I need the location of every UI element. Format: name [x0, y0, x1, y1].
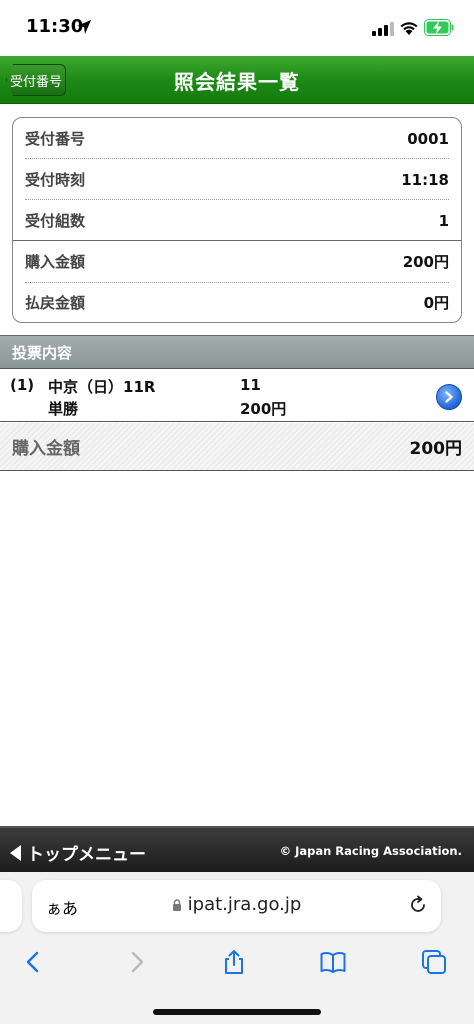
- summary-label: 受付番号: [25, 130, 86, 148]
- triangle-left-icon: [10, 844, 21, 861]
- location-arrow-icon: [77, 20, 91, 34]
- bet-race: 中京（日）11R: [48, 378, 156, 396]
- lock-icon: [172, 899, 181, 911]
- battery-charging-icon: [424, 19, 454, 36]
- footer-bar: トップメニュー © Japan Racing Association.: [0, 826, 474, 872]
- top-menu-link[interactable]: トップメニュー: [10, 840, 146, 865]
- total-label: 購入金額: [12, 439, 80, 459]
- bet-type: 単勝: [48, 400, 79, 418]
- url-text-container: ipat.jra.go.jp: [32, 894, 441, 915]
- bet-row[interactable]: (1) 中京（日）11R 単勝 11 200円: [0, 370, 474, 422]
- summary-row-reception-time: 受付時刻 11:18: [25, 159, 449, 200]
- summary-value: 0円: [423, 294, 449, 312]
- total-row: 購入金額 200円: [0, 423, 474, 471]
- wifi-icon: [400, 22, 418, 35]
- summary-value: 0001: [407, 129, 449, 148]
- summary-box: 受付番号 0001 受付時刻 11:18 受付組数 1 購入金額 200円 払戻…: [12, 117, 462, 323]
- bet-horse-number: 11: [240, 376, 261, 394]
- page-title: 照会結果一覧: [174, 70, 300, 94]
- summary-value: 1: [438, 211, 449, 230]
- summary-row-payout-amount: 払戻金額 0円: [25, 282, 449, 323]
- status-time: 11:30: [26, 16, 84, 37]
- reload-icon[interactable]: [407, 894, 429, 916]
- copyright-text: © Japan Racing Association.: [279, 844, 462, 858]
- share-icon[interactable]: [220, 948, 248, 976]
- total-value: 200円: [409, 439, 463, 459]
- summary-label: 受付組数: [25, 212, 86, 230]
- forward-arrow-icon[interactable]: [122, 948, 150, 976]
- bookmarks-icon[interactable]: [319, 948, 347, 976]
- url-text: ipat.jra.go.jp: [187, 894, 302, 915]
- previous-tab-card[interactable]: [0, 880, 22, 932]
- summary-row-set-count: 受付組数 1: [25, 200, 449, 241]
- bet-number: (1): [10, 376, 35, 394]
- section-header-bet-details: 投票内容: [0, 335, 474, 369]
- page-header: 受付番号 照会結果一覧: [0, 56, 474, 104]
- browser-chrome: ぁあ ipat.jra.go.jp: [0, 872, 474, 1024]
- status-bar: 11:30: [0, 0, 474, 56]
- home-indicator: [153, 1009, 321, 1015]
- tabs-icon[interactable]: [420, 948, 448, 976]
- address-bar[interactable]: ぁあ ipat.jra.go.jp: [32, 880, 441, 932]
- summary-label: 購入金額: [25, 253, 86, 271]
- detail-button[interactable]: [436, 384, 462, 410]
- summary-label: 受付時刻: [25, 171, 86, 189]
- summary-row-purchase-amount: 購入金額 200円: [25, 241, 449, 282]
- summary-row-reception-number: 受付番号 0001: [25, 118, 449, 159]
- bet-amount: 200円: [240, 400, 287, 418]
- back-arrow-icon[interactable]: [20, 948, 48, 976]
- chevron-right-icon: [445, 391, 453, 403]
- summary-label: 払戻金額: [25, 294, 86, 312]
- cellular-signal-icon: [372, 22, 394, 36]
- summary-value: 11:18: [401, 170, 449, 189]
- summary-value: 200円: [402, 253, 449, 271]
- top-menu-label: トップメニュー: [27, 845, 146, 865]
